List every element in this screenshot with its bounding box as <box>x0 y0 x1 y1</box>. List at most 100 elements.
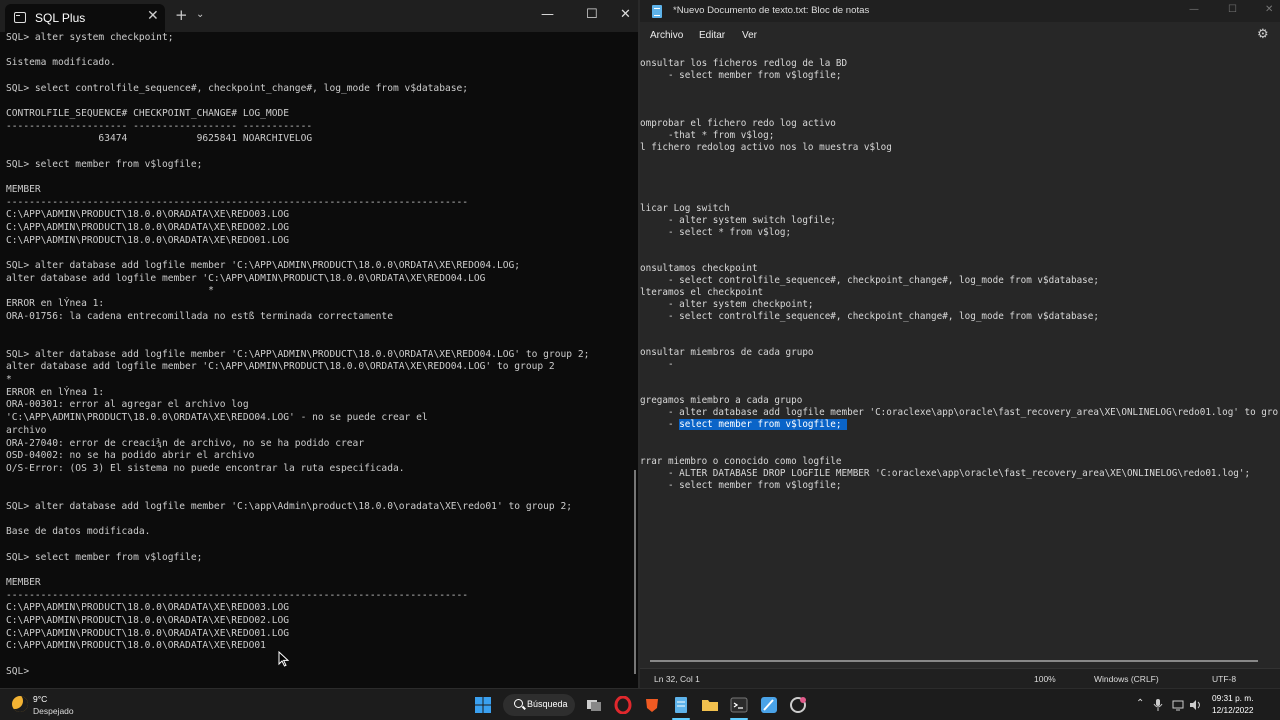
notepad-text-area[interactable]: onsultar los ficheros redlog de la BD - … <box>640 58 1278 663</box>
terminal-window: SQL Plus ✕ + ⌄ — ☐ ✕ SQL> alter system c… <box>0 0 638 688</box>
menu-archivo[interactable]: Archivo <box>650 30 683 41</box>
search-button[interactable]: Búsqueda <box>503 694 575 716</box>
chevron-up-icon[interactable]: ⌃ <box>1136 698 1144 709</box>
notepad-line-text: omprobar el fichero redo log activo <box>640 118 836 130</box>
notepad-title: *Nuevo Documento de texto.txt: Bloc de n… <box>673 5 870 16</box>
notepad-app-icon[interactable] <box>672 696 690 714</box>
notepad-line: onsultar los ficheros redlog de la BD <box>640 58 1278 70</box>
terminal-line: alter database add logfile member 'C:\AP… <box>6 272 486 284</box>
microphone-icon[interactable] <box>1152 698 1164 712</box>
terminal-line: ERROR en lÝnea 1: <box>6 298 105 310</box>
network-icon[interactable] <box>1172 698 1186 712</box>
paint-icon[interactable] <box>760 696 778 714</box>
notepad-line-text: - alter database add logfile member 'C:o… <box>640 407 1278 419</box>
notepad-line: - select controlfile_sequence#, checkpoi… <box>640 311 1278 323</box>
notepad-line-text: onsultar miembros de cada grupo <box>640 347 814 359</box>
terminal-line: * <box>6 374 12 386</box>
new-tab-button[interactable]: + <box>175 6 188 24</box>
terminal-output[interactable]: SQL> alter system checkpoint; Sistema mod… <box>6 32 626 688</box>
terminal-tab-icon <box>14 12 26 23</box>
terminal-line: Sistema modificado. <box>6 57 116 69</box>
notepad-line <box>640 154 1278 166</box>
terminal-line: 'C:\APP\ADMIN\PRODUCT\18.0.0\ORDATA\XE\R… <box>6 412 428 424</box>
terminal-line: MEMBER <box>6 576 41 588</box>
terminal-tab[interactable]: SQL Plus ✕ <box>5 4 165 32</box>
task-view-icon[interactable] <box>585 696 603 714</box>
terminal-line: SQL> alter database add logfile member '… <box>6 348 590 360</box>
terminal-tab-bar: SQL Plus ✕ + ⌄ — ☐ ✕ <box>0 0 638 32</box>
opera-icon[interactable] <box>614 696 632 714</box>
notepad-window: *Nuevo Documento de texto.txt: Bloc de n… <box>640 0 1280 688</box>
encoding: UTF-8 <box>1212 674 1237 684</box>
notepad-line-text: - select controlfile_sequence#, checkpoi… <box>640 310 1099 322</box>
minimize-button[interactable]: — <box>541 7 554 22</box>
notepad-line <box>640 166 1278 178</box>
terminal-line: * <box>6 285 214 297</box>
terminal-line: OSD-04002: no se ha podido abrir el arch… <box>6 450 255 462</box>
file-explorer-icon[interactable] <box>701 696 719 714</box>
selected-text[interactable]: select member from v$logfile; <box>679 419 848 431</box>
brave-icon[interactable] <box>643 696 661 714</box>
notepad-line: - <box>640 359 1278 371</box>
notepad-line: - select member from v$logfile; <box>640 70 1278 82</box>
close-button[interactable]: ✕ <box>620 7 631 22</box>
volume-icon[interactable] <box>1189 698 1203 712</box>
notepad-line-text: - select controlfile_sequence#, checkpoi… <box>640 274 1099 286</box>
terminal-app-icon[interactable] <box>730 696 748 714</box>
notepad-line: onsultar miembros de cada grupo <box>640 347 1278 359</box>
terminal-line: SQL> alter database add logfile member '… <box>6 260 521 272</box>
notepad-line-text: - alter system switch logfile; <box>640 214 836 226</box>
notepad-line: - select member from v$logfile; <box>640 419 1278 431</box>
start-icon[interactable] <box>474 696 492 714</box>
terminal-line: SQL> select controlfile_sequence#, check… <box>6 82 469 94</box>
notepad-line: - select * from v$log; <box>640 227 1278 239</box>
menu-editar[interactable]: Editar <box>699 30 725 41</box>
notepad-line: - ALTER DATABASE DROP LOGFILE MEMBER 'C:… <box>640 468 1278 480</box>
notepad-horizontal-scrollbar[interactable] <box>650 660 1258 662</box>
terminal-line: C:\APP\ADMIN\PRODUCT\18.0.0\ORADATA\XE\R… <box>6 614 290 626</box>
notepad-line: licar Log switch <box>640 203 1278 215</box>
maximize-button[interactable]: ☐ <box>1228 4 1237 15</box>
clock-time[interactable]: 09:31 p. m. <box>1212 693 1254 703</box>
notepad-line: - alter system checkpoint; <box>640 299 1278 311</box>
minimize-button[interactable]: — <box>1189 4 1199 15</box>
terminal-tab-title: SQL Plus <box>35 11 86 25</box>
chevron-down-icon[interactable]: ⌄ <box>196 9 204 20</box>
weather-description[interactable]: Despejado <box>33 706 74 716</box>
notepad-line: - alter database add logfile member 'C:o… <box>640 407 1278 419</box>
notepad-line <box>640 94 1278 106</box>
close-button[interactable]: ✕ <box>1265 4 1273 15</box>
terminal-scrollbar[interactable] <box>634 470 636 674</box>
notepad-line <box>640 106 1278 118</box>
notepad-line: l fichero redolog activo nos lo muestra … <box>640 142 1278 154</box>
snipping-tool-icon[interactable] <box>789 696 807 714</box>
terminal-line: SQL> select member from v$logfile; <box>6 551 203 563</box>
terminal-line: C:\APP\ADMIN\PRODUCT\18.0.0\ORADATA\XE\R… <box>6 234 290 246</box>
notepad-line <box>640 239 1278 251</box>
notepad-line-text: rrar miembro o conocido como logfile <box>640 455 842 467</box>
taskbar: 9°C Despejado Búsqueda ⌃ 09:31 p. m. 12/… <box>0 688 1280 720</box>
notepad-line: - select member from v$logfile; <box>640 480 1278 492</box>
notepad-menu-bar: Archivo Editar Ver <box>640 22 1280 48</box>
terminal-line: C:\APP\ADMIN\PRODUCT\18.0.0\ORADATA\XE\R… <box>6 627 290 639</box>
clock-date[interactable]: 12/12/2022 <box>1212 705 1254 715</box>
notepad-line-text: - <box>640 359 674 371</box>
gear-icon[interactable]: ⚙ <box>1257 27 1269 42</box>
notepad-line-text: - ALTER DATABASE DROP LOGFILE MEMBER 'C:… <box>640 467 1251 479</box>
zoom-level: 100% <box>1034 674 1056 684</box>
maximize-button[interactable]: ☐ <box>586 7 598 22</box>
notepad-line-text: onsultamos checkpoint <box>640 262 758 274</box>
notepad-line-text: - select member from v$logfile; <box>640 479 842 491</box>
weather-temperature[interactable]: 9°C <box>33 694 47 704</box>
close-tab-icon[interactable]: ✕ <box>147 8 159 24</box>
terminal-line: SQL> alter system checkpoint; <box>6 32 174 43</box>
menu-ver[interactable]: Ver <box>742 30 757 41</box>
weather-moon-icon[interactable] <box>12 696 28 712</box>
